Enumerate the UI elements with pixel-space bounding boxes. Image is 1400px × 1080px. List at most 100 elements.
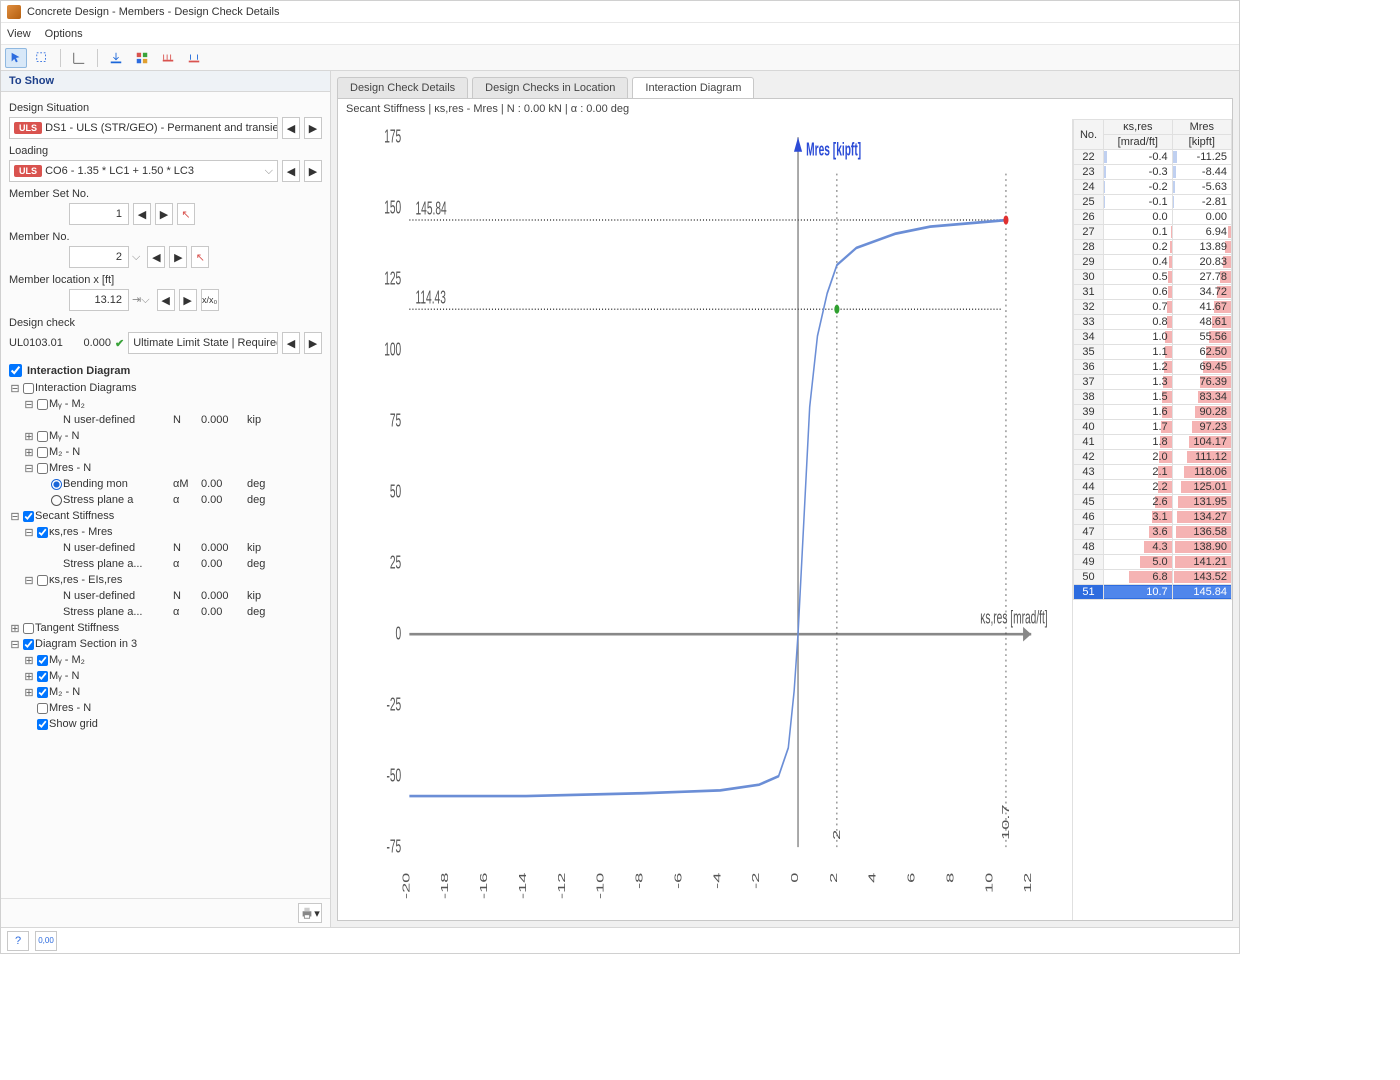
- svg-text:100: 100: [384, 341, 401, 361]
- toolbar: [1, 45, 1239, 71]
- svg-text:114.43: 114.43: [415, 289, 445, 309]
- svg-text:75: 75: [390, 412, 401, 432]
- tree-item[interactable]: N user-definedN0.000kip: [9, 412, 322, 428]
- tree-item[interactable]: Stress plane a...α0.00deg: [9, 604, 322, 620]
- design-check-label: Design check: [9, 317, 322, 329]
- member-no-input[interactable]: 2: [69, 246, 129, 268]
- next-memberset-button[interactable]: ▶: [155, 203, 173, 225]
- member-set-input[interactable]: 1: [69, 203, 129, 225]
- tree-item[interactable]: N user-definedN0.000kip: [9, 540, 322, 556]
- svg-text:0: 0: [396, 625, 402, 645]
- next-loading-button[interactable]: ▶: [304, 160, 322, 182]
- pick-memberset-button[interactable]: ↖: [177, 203, 195, 225]
- next-check-button[interactable]: ▶: [304, 332, 322, 354]
- svg-text:κs,res [mrad/ft]: κs,res [mrad/ft]: [980, 608, 1047, 628]
- next-button[interactable]: ▶: [304, 117, 322, 139]
- tree-item[interactable]: ⊟κs,res - Mres: [9, 524, 322, 540]
- sidebar-header: To Show: [1, 71, 330, 92]
- svg-text:6: 6: [906, 873, 917, 883]
- prev-loading-button[interactable]: ◀: [282, 160, 300, 182]
- tree-item[interactable]: ⊟Mres - N: [9, 460, 322, 476]
- tree-item[interactable]: Bending monαM0.00deg: [9, 476, 322, 492]
- tree-item[interactable]: ⊟Mᵧ - M₂: [9, 396, 322, 412]
- svg-text:145.84: 145.84: [415, 200, 446, 220]
- next-loc-button[interactable]: ▶: [179, 289, 197, 311]
- title-bar: Concrete Design - Members - Design Check…: [1, 1, 1239, 23]
- svg-text:10: 10: [984, 873, 995, 893]
- tree-item[interactable]: Stress plane a...α0.00deg: [9, 556, 322, 572]
- menu-view[interactable]: View: [7, 28, 31, 40]
- chart-caption: Secant Stiffness | κs,res - Mres | N : 0…: [338, 99, 1232, 119]
- load-pair-icon[interactable]: [183, 48, 205, 68]
- print-button[interactable]: ▾: [298, 903, 322, 923]
- pick-member-button[interactable]: ↖: [191, 246, 209, 268]
- loc-ratio-button[interactable]: x/x₀: [201, 289, 219, 311]
- member-no-label: Member No.: [9, 231, 322, 243]
- tree-item[interactable]: ⊟κs,res - EIs,res: [9, 572, 322, 588]
- app-icon: [7, 5, 21, 19]
- svg-text:8: 8: [945, 873, 956, 883]
- menu-options[interactable]: Options: [45, 28, 83, 40]
- tab-design-check-details[interactable]: Design Check Details: [337, 77, 468, 98]
- tree-item[interactable]: Mres - N: [9, 700, 322, 716]
- svg-text:-75: -75: [386, 838, 401, 858]
- prev-memberset-button[interactable]: ◀: [133, 203, 151, 225]
- menu-bar: View Options: [1, 23, 1239, 45]
- tree-item[interactable]: ⊞Mᵧ - N: [9, 668, 322, 684]
- tree-item[interactable]: ⊟Diagram Section in 3: [9, 636, 322, 652]
- prev-loc-button[interactable]: ◀: [157, 289, 175, 311]
- member-loc-input[interactable]: 13.12: [69, 289, 129, 311]
- svg-text:0: 0: [790, 873, 801, 883]
- member-set-label: Member Set No.: [9, 188, 322, 200]
- ok-icon: ✔: [115, 337, 124, 350]
- tree-item[interactable]: ⊞Tangent Stiffness: [9, 620, 322, 636]
- svg-text:50: 50: [390, 483, 401, 503]
- loading-combo[interactable]: ULS CO6 - 1.35 * LC1 + 1.50 * LC3 ⌵: [9, 160, 278, 182]
- loading-label: Loading: [9, 145, 322, 157]
- help-button[interactable]: ?: [7, 931, 29, 951]
- prev-check-button[interactable]: ◀: [282, 332, 300, 354]
- tab-interaction-diagram[interactable]: Interaction Diagram: [632, 77, 754, 98]
- svg-text:-18: -18: [440, 873, 451, 899]
- prev-button[interactable]: ◀: [282, 117, 300, 139]
- point-load-icon[interactable]: [105, 48, 127, 68]
- svg-text:-8: -8: [634, 873, 645, 889]
- interaction-diagram-checkbox[interactable]: [9, 364, 22, 377]
- tree-item[interactable]: ⊞M₂ - N: [9, 684, 322, 700]
- chart: -75-50-250255075100125150175-20-18-16-14…: [338, 119, 1072, 920]
- color-icon[interactable]: [131, 48, 153, 68]
- sidebar: To Show Design Situation ULS DS1 - ULS (…: [1, 71, 331, 927]
- svg-text:2: 2: [829, 873, 840, 883]
- design-situation-combo[interactable]: ULS DS1 - ULS (STR/GEO) - Permanent and …: [9, 117, 278, 139]
- svg-text:-50: -50: [386, 767, 401, 787]
- tree-item[interactable]: Stress plane aα0.00deg: [9, 492, 322, 508]
- svg-text:-16: -16: [479, 873, 490, 899]
- diagram-tree[interactable]: ⊟Interaction Diagrams⊟Mᵧ - M₂N user-defi…: [9, 380, 322, 732]
- design-check-combo[interactable]: Ultimate Limit State | Required... ⌵: [128, 332, 278, 354]
- tree-item[interactable]: ⊞Mᵧ - N: [9, 428, 322, 444]
- select-icon[interactable]: [31, 48, 53, 68]
- tree-item[interactable]: ⊞M₂ - N: [9, 444, 322, 460]
- coord-icon[interactable]: [68, 48, 90, 68]
- next-member-button[interactable]: ▶: [169, 246, 187, 268]
- tab-design-checks-location[interactable]: Design Checks in Location: [472, 77, 628, 98]
- tree-item[interactable]: ⊟Secant Stiffness: [9, 508, 322, 524]
- data-table[interactable]: No.κs,resMres[mrad/ft][kipft]22-0.4-11.2…: [1072, 119, 1232, 920]
- tree-item[interactable]: Show grid: [9, 716, 322, 732]
- svg-text:150: 150: [384, 199, 401, 219]
- member-loc-label: Member location x [ft]: [9, 274, 322, 286]
- cursor-icon[interactable]: [5, 48, 27, 68]
- tree-item[interactable]: N user-definedN0.000kip: [9, 588, 322, 604]
- tree-item[interactable]: ⊟Interaction Diagrams: [9, 380, 322, 396]
- svg-text:125: 125: [384, 270, 401, 290]
- svg-text:10.7: 10.7: [1001, 804, 1012, 839]
- svg-text:Mres [kipft]: Mres [kipft]: [806, 141, 861, 161]
- prev-member-button[interactable]: ◀: [147, 246, 165, 268]
- tabs: Design Check Details Design Checks in Lo…: [331, 71, 1239, 98]
- tree-item[interactable]: ⊞Mᵧ - M₂: [9, 652, 322, 668]
- svg-text:-4: -4: [712, 873, 723, 889]
- units-button[interactable]: 0,00: [35, 931, 57, 951]
- svg-text:-25: -25: [386, 696, 401, 716]
- distributed-load-icon[interactable]: [157, 48, 179, 68]
- svg-text:2: 2: [832, 830, 843, 840]
